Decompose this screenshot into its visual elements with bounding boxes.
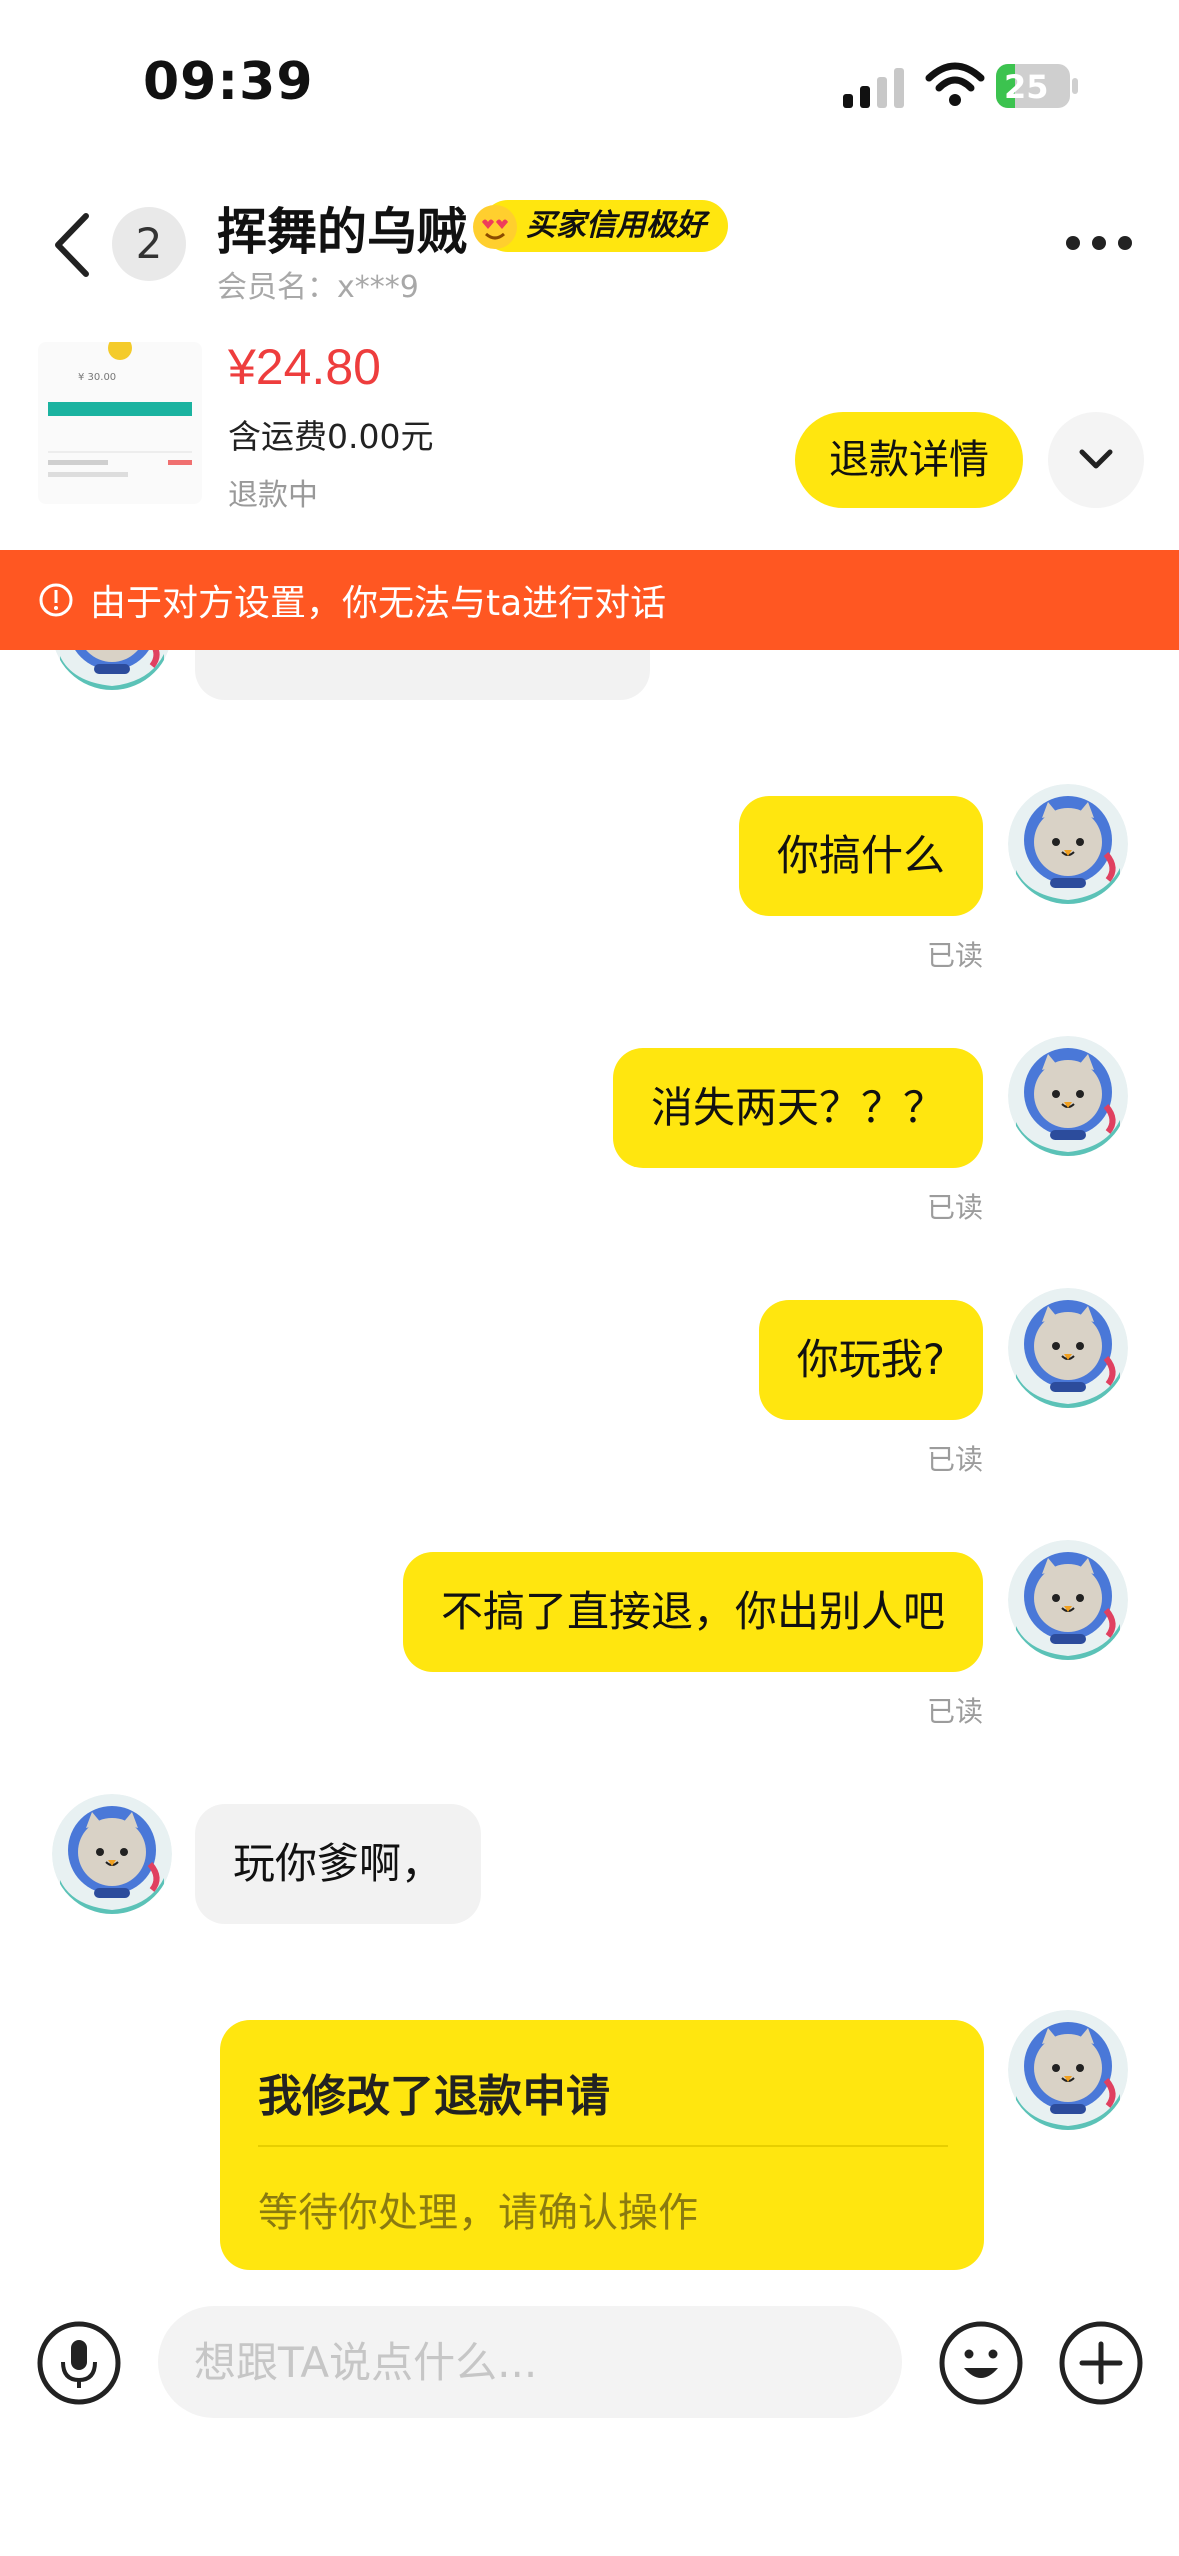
message-bubble-received[interactable]: 玩你爹啊，: [195, 1804, 482, 1924]
read-receipt: 已读: [926, 1443, 983, 1476]
plus-circle-icon[interactable]: [1058, 2320, 1144, 2406]
heart-eyes-emoji-icon: [473, 205, 517, 249]
card-divider: [258, 2145, 948, 2147]
credit-badge-label: 买家信用极好: [526, 208, 706, 243]
microphone-icon[interactable]: [36, 2320, 122, 2406]
read-receipt: 已读: [926, 939, 983, 972]
credit-badge: 买家信用极好: [473, 200, 728, 252]
message-input[interactable]: [158, 2306, 902, 2418]
my-avatar[interactable]: [1008, 1288, 1128, 1408]
battery-percent: 25: [1004, 68, 1049, 106]
banner-text: 由于对方设置，你无法与ta进行对话: [90, 583, 667, 624]
partner-avatar-partial[interactable]: [52, 650, 172, 690]
cellular-signal-icon: [843, 68, 904, 108]
my-avatar[interactable]: [1008, 2010, 1128, 2130]
chevron-down-icon: [1079, 449, 1113, 469]
card-title: 我修改了退款申请: [258, 2071, 610, 2122]
partial-message-bubble: [195, 650, 650, 700]
my-avatar[interactable]: [1008, 1540, 1128, 1660]
read-receipt: 已读: [926, 1191, 983, 1224]
refund-status: 退款中: [228, 478, 318, 513]
member-name: 会员名：x***9: [217, 270, 419, 305]
product-price: ¥24.80: [228, 339, 381, 395]
refund-detail-button[interactable]: 退款详情: [795, 412, 1023, 508]
expand-button[interactable]: [1048, 412, 1144, 508]
more-dots-icon[interactable]: [1066, 232, 1138, 256]
partner-avatar[interactable]: [52, 1794, 172, 1914]
emoji-icon[interactable]: [938, 2320, 1024, 2406]
message-bubble-sent[interactable]: 你搞什么: [738, 796, 983, 916]
alert-circle-icon: [39, 583, 73, 617]
chevron-left-icon[interactable]: [48, 210, 98, 280]
message-bubble-sent[interactable]: 消失两天？？？: [612, 1048, 983, 1168]
message-bubble-sent[interactable]: 你玩我?: [758, 1300, 983, 1420]
status-time: 09:39: [143, 52, 314, 112]
wifi-icon: [925, 62, 985, 106]
unread-count-badge[interactable]: 2: [112, 207, 186, 281]
chat-title: 挥舞的乌贼: [217, 203, 467, 261]
message-bubble-sent[interactable]: 不搞了直接退，你出别人吧: [402, 1552, 983, 1672]
shipping-fee: 含运费0.00元: [228, 417, 434, 456]
thumbnail-amount: ¥ 30.00: [78, 372, 116, 383]
product-thumbnail[interactable]: ¥ 30.00: [38, 342, 202, 504]
card-subtitle: 等待你处理，请确认操作: [258, 2190, 698, 2236]
read-receipt: 已读: [926, 1695, 983, 1728]
my-avatar[interactable]: [1008, 784, 1128, 904]
my-avatar[interactable]: [1008, 1036, 1128, 1156]
battery-icon: 25: [996, 64, 1078, 108]
refund-change-card[interactable]: 我修改了退款申请 等待你处理，请确认操作: [220, 2020, 984, 2270]
